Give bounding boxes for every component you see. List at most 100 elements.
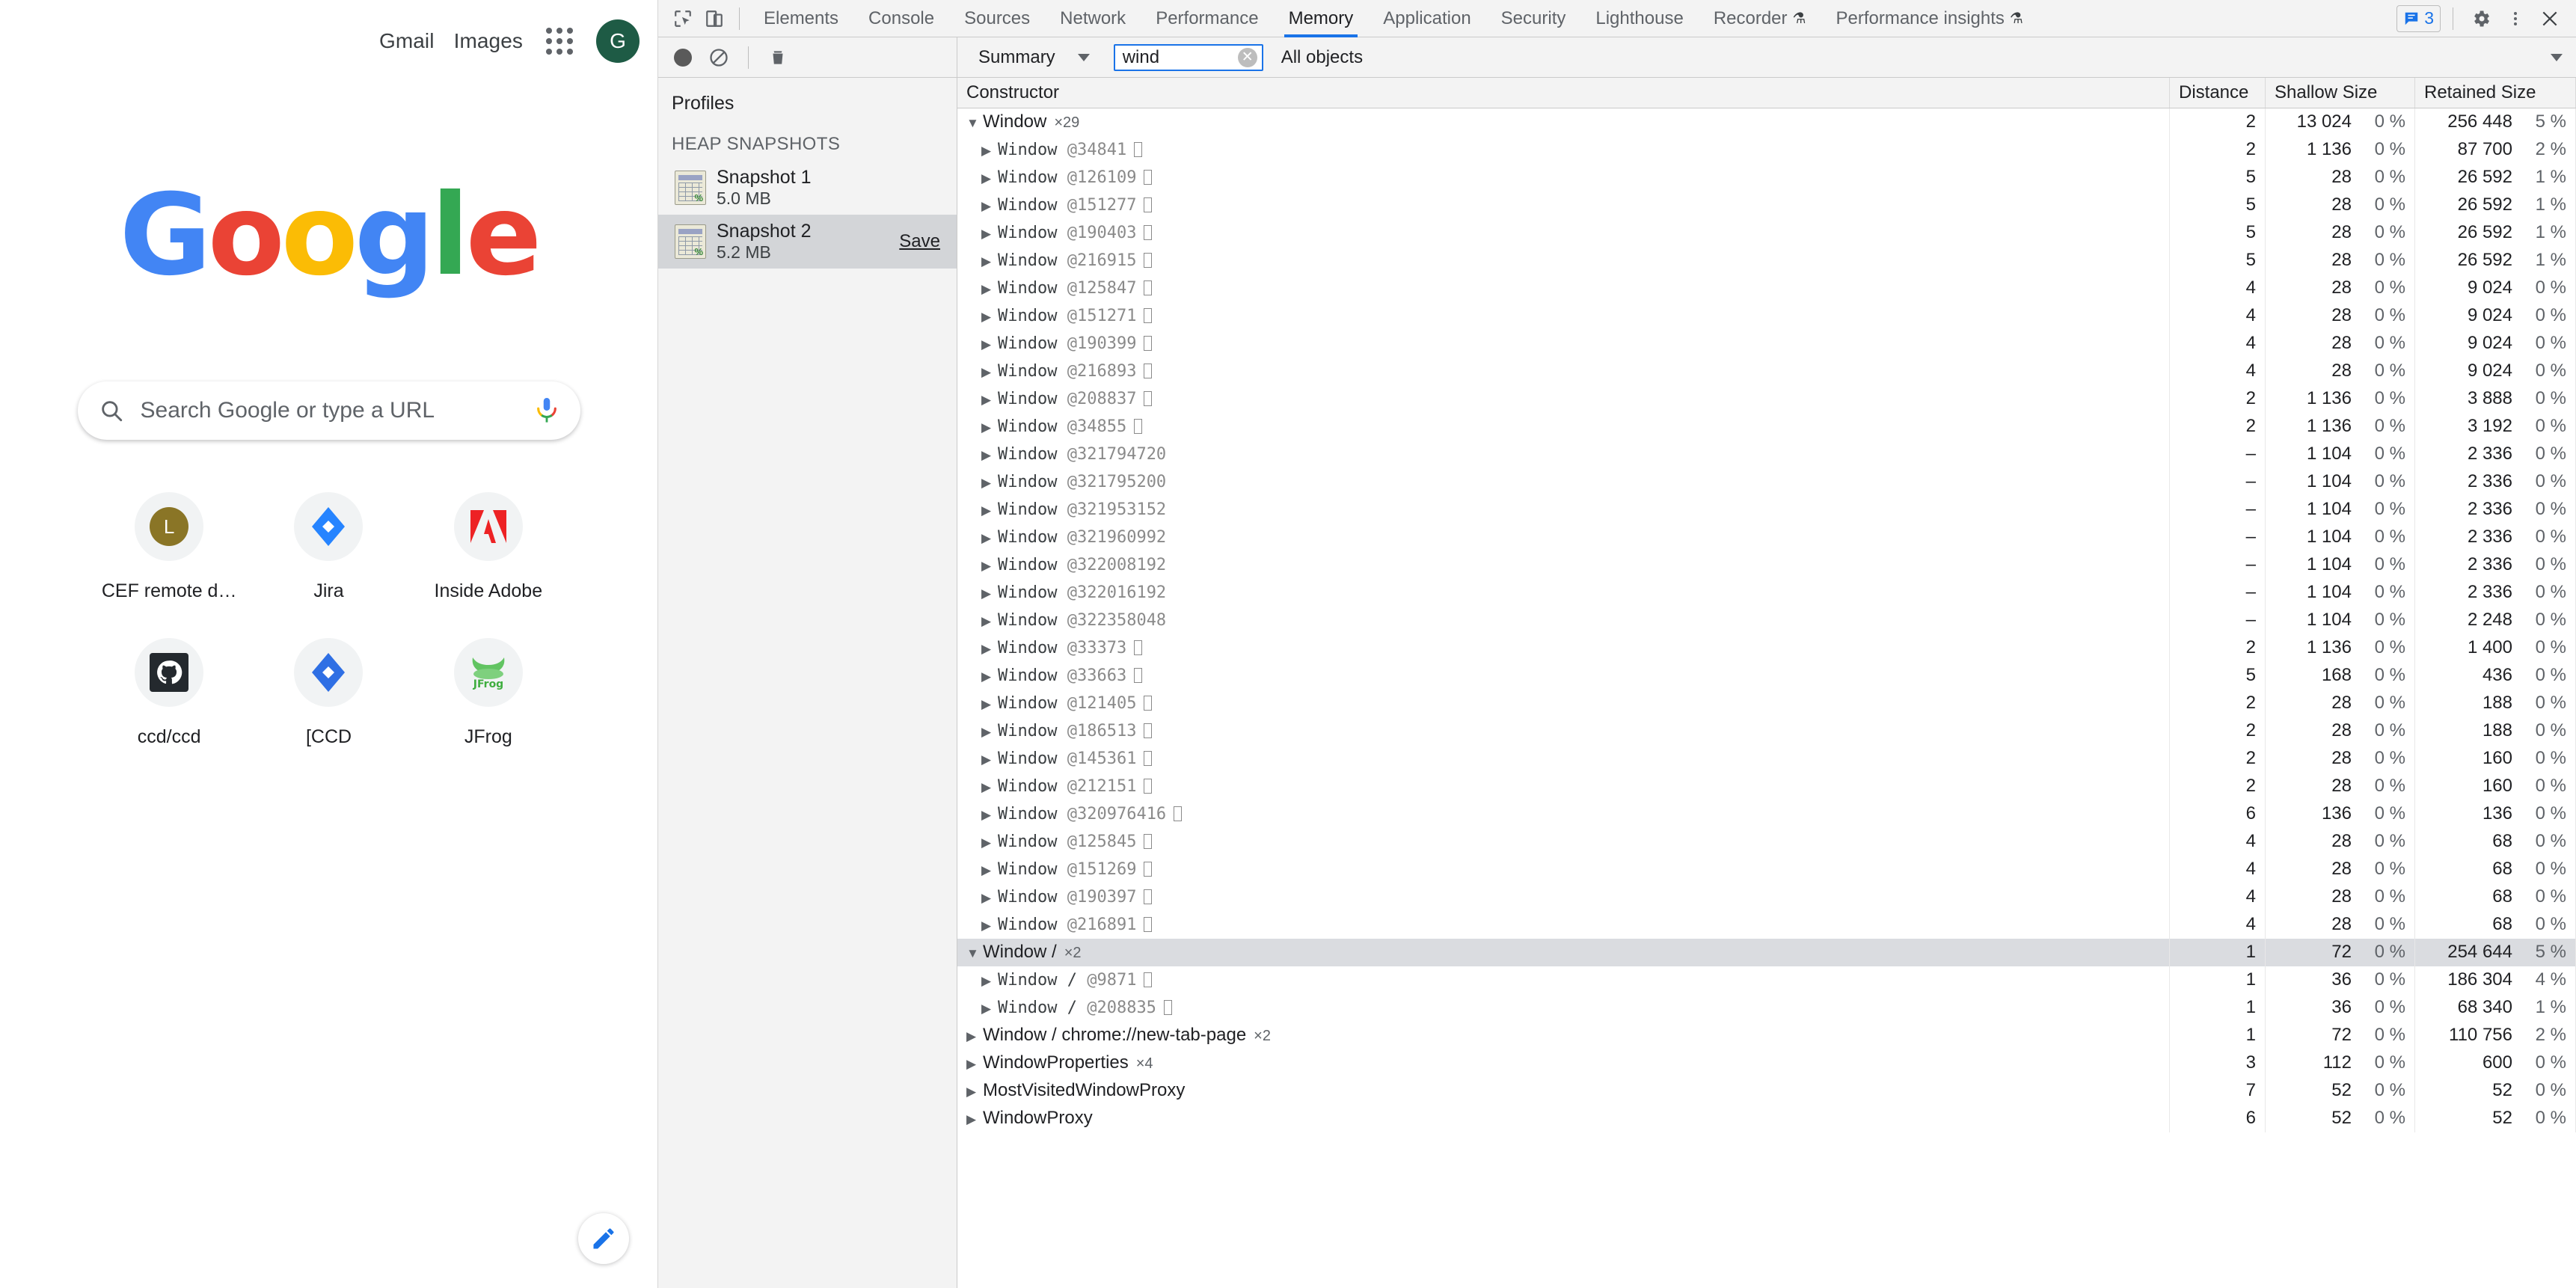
twisty-collapsed-icon[interactable] [981, 144, 998, 159]
table-row[interactable]: Window / @98711360 %186 3044 % [957, 966, 2576, 994]
twisty-collapsed-icon[interactable] [966, 1112, 983, 1127]
twisty-expanded-icon[interactable] [966, 946, 983, 961]
table-row[interactable]: Window @321794720–1 1040 %2 3360 % [957, 440, 2576, 468]
issues-badge[interactable]: 3 [2396, 4, 2441, 32]
view-select[interactable]: Summary [971, 47, 1097, 68]
twisty-collapsed-icon[interactable] [981, 835, 998, 850]
tab-lighthouse[interactable]: Lighthouse [1580, 0, 1698, 37]
shortcut-tile-cef-remote[interactable]: L CEF remote d… [90, 492, 249, 602]
gmail-link[interactable]: Gmail [379, 29, 435, 53]
shortcut-tile-jira[interactable]: Jira [249, 492, 408, 602]
record-heap-snapshot-button[interactable] [667, 42, 699, 73]
snapshot-item-2[interactable]: % Snapshot 2 5.2 MB Save [658, 214, 957, 269]
twisty-collapsed-icon[interactable] [981, 559, 998, 574]
inspect-element-icon[interactable] [667, 3, 699, 34]
customize-chrome-button[interactable] [578, 1213, 629, 1264]
table-row[interactable]: Window @1214052280 %1880 % [957, 689, 2576, 717]
shortcut-tile-github[interactable]: ccd/ccd [90, 638, 249, 748]
column-retained-size[interactable]: Retained Size [2414, 78, 2576, 108]
twisty-expanded-icon[interactable] [966, 116, 983, 131]
table-row[interactable]: Window / chrome://new-tab-page ×2 1720 %11… [957, 1021, 2576, 1049]
snapshot-item-1[interactable]: % Snapshot 1 5.0 MB [658, 161, 957, 215]
table-row[interactable]: Window @2168914280 %680 % [957, 910, 2576, 939]
twisty-collapsed-icon[interactable] [981, 393, 998, 408]
twisty-collapsed-icon[interactable] [981, 725, 998, 740]
twisty-collapsed-icon[interactable] [981, 310, 998, 325]
twisty-collapsed-icon[interactable] [981, 365, 998, 380]
twisty-collapsed-icon[interactable] [981, 697, 998, 712]
save-snapshot-link[interactable]: Save [899, 231, 946, 252]
table-row[interactable]: Window @1903974280 %680 % [957, 883, 2576, 911]
column-distance[interactable]: Distance [2169, 78, 2266, 108]
twisty-collapsed-icon[interactable] [966, 1029, 983, 1044]
shortcut-tile-jfrog[interactable]: JFrog JFrog [408, 638, 568, 748]
twisty-collapsed-icon[interactable] [981, 919, 998, 933]
tab-sources[interactable]: Sources [949, 0, 1045, 37]
table-row[interactable]: Window @322016192–1 1040 %2 3360 % [957, 578, 2576, 607]
table-row[interactable]: Window @321795200–1 1040 %2 3360 % [957, 467, 2576, 496]
table-row[interactable]: WindowProperties ×4 31120 %6000 % [957, 1049, 2576, 1077]
table-row[interactable]: Window @1904035280 %26 5921 % [957, 218, 2576, 247]
twisty-collapsed-icon[interactable] [966, 1057, 983, 1072]
table-row[interactable]: Window @322358048–1 1040 %2 2480 % [957, 606, 2576, 634]
stop-recording-button[interactable] [703, 42, 735, 73]
twisty-collapsed-icon[interactable] [981, 974, 998, 989]
twisty-collapsed-icon[interactable] [981, 337, 998, 352]
tab-network[interactable]: Network [1045, 0, 1141, 37]
microphone-icon[interactable] [534, 396, 559, 425]
twisty-collapsed-icon[interactable] [981, 171, 998, 186]
twisty-collapsed-icon[interactable] [981, 531, 998, 546]
twisty-collapsed-icon[interactable] [981, 642, 998, 657]
device-toolbar-icon[interactable] [699, 3, 730, 34]
tab-recorder[interactable]: Recorder ⚗ [1699, 0, 1821, 37]
table-row[interactable]: WindowProxy6520 %520 % [957, 1104, 2576, 1132]
tab-elements[interactable]: Elements [749, 0, 853, 37]
shortcut-tile-inside-adobe[interactable]: Inside Adobe [408, 492, 568, 602]
twisty-collapsed-icon[interactable] [981, 199, 998, 214]
table-row[interactable]: Window @3337321 1360 %1 4000 % [957, 634, 2576, 662]
tab-performance[interactable]: Performance [1141, 0, 1273, 37]
table-row[interactable]: Window @1512694280 %680 % [957, 855, 2576, 883]
class-filter-input[interactable]: wind ✕ [1113, 43, 1263, 71]
table-row[interactable]: Window @2168934280 %9 0240 % [957, 357, 2576, 385]
twisty-collapsed-icon[interactable] [981, 282, 998, 297]
objects-select[interactable]: All objects [1281, 47, 2576, 68]
twisty-collapsed-icon[interactable] [981, 586, 998, 601]
table-row[interactable]: Window @2121512280 %1600 % [957, 772, 2576, 800]
table-row[interactable]: Window @321953152–1 1040 %2 3360 % [957, 495, 2576, 524]
table-row[interactable]: Window @1865132280 %1880 % [957, 717, 2576, 745]
table-row[interactable]: Window @1512714280 %9 0240 % [957, 301, 2576, 330]
table-row[interactable]: MostVisitedWindowProxy7520 %520 % [957, 1076, 2576, 1105]
table-row[interactable]: Window @1512775280 %26 5921 % [957, 191, 2576, 219]
twisty-collapsed-icon[interactable] [981, 780, 998, 795]
table-row[interactable]: Window @1258474280 %9 0240 % [957, 274, 2576, 302]
column-constructor[interactable]: Constructor [957, 78, 2170, 108]
column-shallow-size[interactable]: Shallow Size [2265, 78, 2415, 108]
twisty-collapsed-icon[interactable] [981, 808, 998, 823]
twisty-collapsed-icon[interactable] [966, 1085, 983, 1100]
table-row[interactable]: Window ×29 213 0240 %256 4485 % [957, 108, 2576, 136]
twisty-collapsed-icon[interactable] [981, 227, 998, 242]
twisty-collapsed-icon[interactable] [981, 476, 998, 491]
shortcut-tile-ccd[interactable]: [CCD [249, 638, 408, 748]
tab-console[interactable]: Console [853, 0, 949, 37]
table-row[interactable]: Window @2169155280 %26 5921 % [957, 246, 2576, 275]
twisty-collapsed-icon[interactable] [981, 420, 998, 435]
twisty-collapsed-icon[interactable] [981, 448, 998, 463]
table-row[interactable]: Window @20883721 1360 %3 8880 % [957, 384, 2576, 413]
table-row[interactable]: Window @1258454280 %680 % [957, 827, 2576, 856]
table-row[interactable]: Window @1453612280 %1600 % [957, 744, 2576, 773]
tab-security[interactable]: Security [1486, 0, 1581, 37]
images-link[interactable]: Images [454, 29, 523, 53]
twisty-collapsed-icon[interactable] [981, 614, 998, 629]
table-row[interactable]: Window @3485521 1360 %3 1920 % [957, 412, 2576, 441]
more-options-icon[interactable] [2500, 3, 2531, 34]
twisty-collapsed-icon[interactable] [981, 669, 998, 684]
table-row[interactable]: Window @1261095280 %26 5921 % [957, 163, 2576, 191]
table-row[interactable]: Window / ×2 1720 %254 6445 % [957, 938, 2576, 966]
table-row[interactable]: Window @322008192–1 1040 %2 3360 % [957, 551, 2576, 579]
table-row[interactable]: Window @32097641661360 %1360 % [957, 800, 2576, 828]
table-row[interactable]: Window / @2088351360 %68 3401 % [957, 993, 2576, 1022]
twisty-collapsed-icon[interactable] [981, 752, 998, 767]
twisty-collapsed-icon[interactable] [981, 863, 998, 878]
